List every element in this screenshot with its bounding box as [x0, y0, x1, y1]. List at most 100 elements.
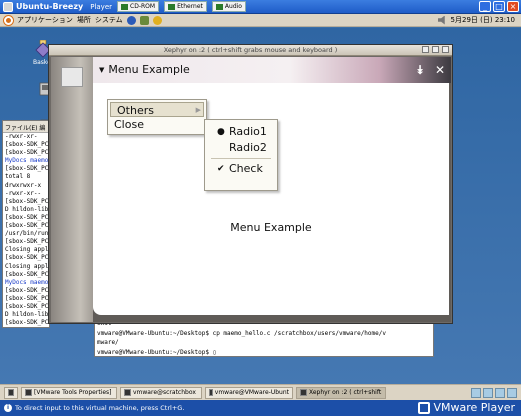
audio-label: Audio — [224, 3, 242, 10]
ethernet-device-button[interactable]: Ethernet — [164, 1, 207, 12]
vmware-window-title: Ubuntu-Breezy — [16, 2, 84, 11]
volume-icon[interactable] — [437, 15, 445, 25]
terminal-line: D hildon-lib — [5, 311, 49, 319]
clock[interactable]: 5月29日 (日) 23:10 — [451, 15, 515, 25]
status-message: i To direct input to this virtual machin… — [0, 404, 184, 412]
app-menu: Others ▶ Close — [107, 99, 207, 135]
terminal-line: [sbox-SDK_PC — [5, 286, 49, 294]
top-panel: アプリケーション 場所 システム 5月29日 (日) 23:10 — [0, 14, 521, 27]
email-launcher-icon[interactable] — [139, 15, 149, 25]
terminal-line: Closing appl — [5, 262, 49, 270]
speaker-icon — [215, 3, 223, 10]
task-vmware-tools[interactable]: [VMware Tools Properties] — [21, 386, 117, 399]
menu-item-others[interactable]: Others ▶ — [110, 102, 204, 117]
player-menu[interactable]: Player — [90, 3, 112, 11]
app-switcher-icon[interactable] — [61, 67, 83, 87]
terminal-line: [sbox-SDK_PC — [5, 270, 49, 278]
cdrom-label: CD-ROM — [130, 3, 156, 10]
desktop-icon — [8, 389, 14, 396]
app-title: Menu Example — [108, 63, 190, 76]
workspace-1[interactable] — [471, 387, 481, 398]
hildon-title-bar: ▼ Menu Example ⯯ ✕ — [93, 57, 451, 83]
bottom-taskbar: [VMware Tools Properties] vmware@scratch… — [0, 384, 521, 400]
close-icon[interactable]: ✕ — [433, 63, 447, 77]
xephyr-minimize-button[interactable] — [422, 46, 429, 53]
audio-device-button[interactable]: Audio — [211, 1, 246, 12]
terminal-line: ▯ — [5, 327, 49, 328]
menu-system[interactable]: システム — [95, 15, 123, 25]
workspace-switcher — [471, 387, 521, 398]
close-button[interactable]: × — [507, 1, 519, 12]
hildon-screen: ▼ Menu Example ⯯ ✕ Menu Example Others ▶… — [51, 57, 451, 322]
submenu-item-radio2[interactable]: Radio2 — [205, 140, 277, 156]
terminal-icon — [209, 389, 213, 396]
submenu-item-label: Radio1 — [229, 125, 267, 138]
vmware-app-icon — [3, 1, 13, 12]
workspace-3[interactable] — [495, 387, 505, 398]
xephyr-title: Xephyr on :2 ( ctrl+shift grabs mouse an… — [163, 46, 338, 54]
terminal-line: MyDocs maemo — [5, 278, 49, 286]
cdrom-icon — [121, 3, 129, 10]
task-scratchbox-terminal[interactable]: vmware@scratchbox — [120, 386, 202, 399]
terminal-line: drwxrwxr-x — [5, 181, 42, 189]
xephyr-titlebar[interactable]: Xephyr on :2 ( ctrl+shift grabs mouse an… — [49, 45, 452, 56]
terminal-icon — [124, 389, 131, 396]
task-label: vmware@VMware-Ubunt — [214, 388, 289, 396]
terminal-line: total 8 — [5, 173, 31, 181]
ubuntu-logo-icon — [4, 15, 13, 25]
task-label: Xephyr on :2 ( ctrl+shift — [309, 388, 382, 396]
terminal-line: Closing appl — [5, 246, 49, 254]
workspace-2[interactable] — [483, 387, 493, 398]
cdrom-device-button[interactable]: CD-ROM — [117, 1, 160, 12]
workspace-4[interactable] — [507, 387, 517, 398]
terminal-left-window[interactable]: ファイル(E) 編 -rwxr-xr- [sbox-SDK_PC [sbox-SDK… — [2, 120, 50, 328]
info-icon: i — [4, 404, 12, 412]
submenu-item-label: Radio2 — [229, 141, 267, 154]
ethernet-icon — [168, 3, 176, 10]
terminal-line: [sbox-SDK_PC — [5, 165, 49, 173]
terminal-line: [sbox-SDK_PC — [5, 319, 49, 327]
menu-places[interactable]: 場所 — [77, 15, 91, 25]
terminal-line: [sbox-SDK_PC — [5, 254, 49, 262]
submenu-item-check[interactable]: ✔ Check — [205, 161, 277, 177]
web-browser-launcher-icon[interactable] — [126, 15, 136, 25]
submenu-separator — [211, 158, 271, 159]
checkmark-icon: ✔ — [217, 164, 225, 174]
menu-applications[interactable]: アプリケーション — [17, 15, 73, 25]
submenu-item-radio1[interactable]: ● Radio1 — [205, 124, 277, 140]
minimize-button[interactable]: _ — [479, 1, 491, 12]
task-xephyr[interactable]: Xephyr on :2 ( ctrl+shift — [296, 386, 386, 399]
menu-item-close[interactable]: Close — [108, 117, 206, 132]
menu-dropdown-arrow-icon: ▼ — [99, 65, 105, 74]
window-icon — [300, 389, 307, 396]
window-icon — [25, 389, 32, 396]
app-center-label: Menu Example — [230, 221, 312, 234]
submenu-others: ● Radio1 Radio2 ✔ Check — [204, 119, 278, 191]
xephyr-window: Xephyr on :2 ( ctrl+shift grabs mouse an… — [48, 44, 453, 324]
submenu-item-label: Check — [229, 162, 263, 175]
terminal-line: mware/ — [97, 339, 119, 347]
terminal-line: D hildon-lib — [5, 205, 49, 213]
brand-label: VMware Player — [433, 401, 515, 414]
terminal-menubar[interactable]: ファイル(E) 編 — [3, 121, 49, 133]
terminal-left-output: -rwxr-xr- [sbox-SDK_PC [sbox-SDK_PC MyDocs … — [3, 133, 49, 328]
xephyr-maximize-button[interactable] — [432, 46, 439, 53]
minimize-icon[interactable]: ⯯ — [413, 63, 427, 77]
task-label: [VMware Tools Properties] — [34, 388, 112, 396]
terminal-line: [sbox-SDK_PC — [5, 238, 49, 246]
hildon-navigator — [51, 57, 93, 322]
terminal-line: vmware@VMware-Ubuntu:~/Desktop$ ▯ — [97, 348, 217, 356]
terminal-line: MyDocs maemo — [5, 157, 49, 165]
maximize-button[interactable]: □ — [493, 1, 505, 12]
task-ubuntu-terminal[interactable]: vmware@VMware-Ubunt — [205, 386, 293, 399]
app-menu-title[interactable]: ▼ Menu Example — [99, 63, 190, 76]
status-text: To direct input to this virtual machine,… — [15, 404, 185, 412]
help-icon[interactable] — [152, 15, 162, 25]
terminal-line: [sbox-SDK_PC — [5, 149, 49, 157]
xephyr-close-button[interactable] — [442, 46, 449, 53]
vmware-logo-icon — [418, 401, 431, 414]
ethernet-label: Ethernet — [177, 3, 203, 10]
terminal-line: [sbox-SDK_PC — [5, 302, 49, 310]
window-controls: _ □ × — [479, 1, 519, 12]
show-desktop-button[interactable] — [4, 386, 18, 399]
